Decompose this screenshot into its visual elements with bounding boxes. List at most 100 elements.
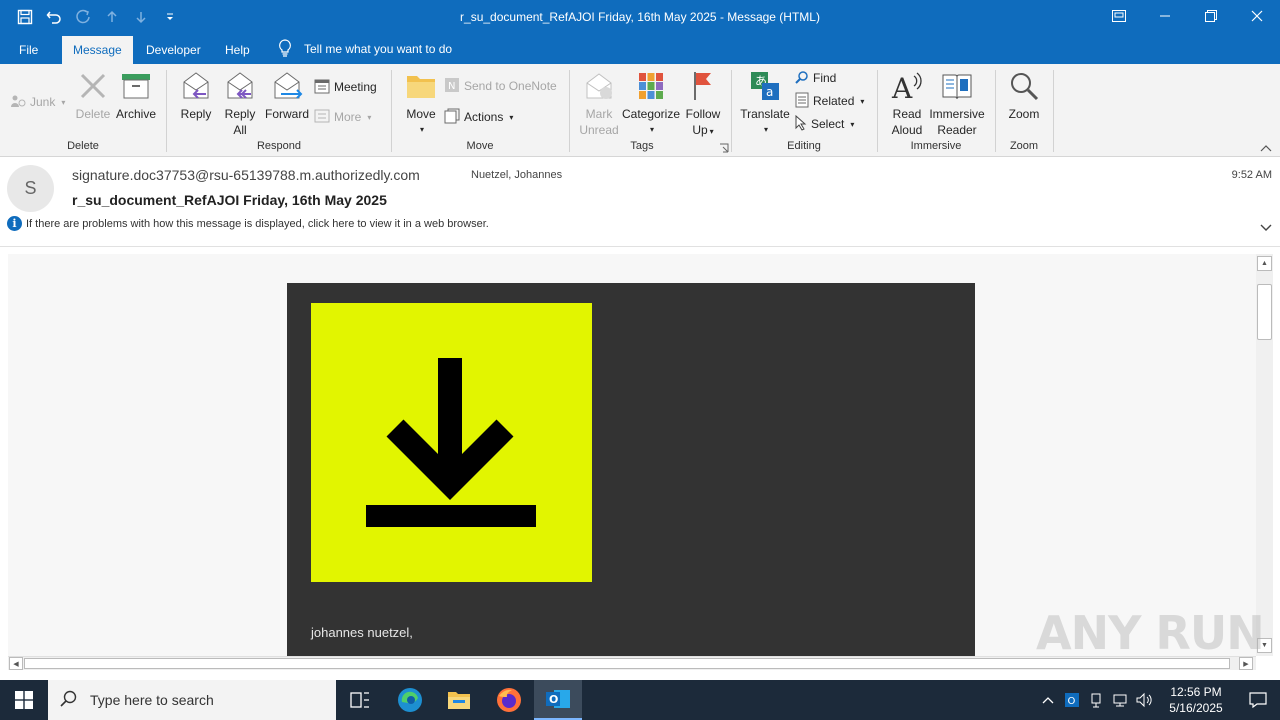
collapse-ribbon-icon[interactable] <box>1260 142 1272 156</box>
ribbon-tabs: File Message Developer Help Tell me what… <box>0 34 1280 64</box>
outlook-tray-icon[interactable]: O <box>1060 680 1084 720</box>
junk-icon <box>10 94 26 111</box>
windows-start-icon[interactable] <box>0 680 48 720</box>
send-to-onenote-button[interactable]: N Send to OneNote <box>444 76 557 96</box>
actions-button[interactable]: Actions ▾ <box>444 107 513 127</box>
reply-all-button[interactable]: Reply All <box>220 68 260 138</box>
avatar: S <box>7 165 54 212</box>
read-aloud-icon: A <box>889 68 925 104</box>
move-button[interactable]: Move ▾ <box>402 68 440 138</box>
delete-button[interactable]: Delete <box>75 68 111 122</box>
clock-date: 5/16/2025 <box>1169 701 1223 715</box>
system-tray: O 12:56 PM 5/16/2025 <box>1036 680 1280 720</box>
file-explorer-icon[interactable] <box>435 680 483 720</box>
tab-help[interactable]: Help <box>214 36 261 64</box>
minimize-icon[interactable] <box>1142 0 1188 32</box>
group-divider <box>1053 70 1054 152</box>
taskbar-search[interactable]: Type here to search <box>48 680 336 720</box>
mark-unread-button[interactable]: Mark Unread <box>578 68 620 138</box>
zoom-group-label: Zoom <box>1009 140 1039 152</box>
follow-up-button[interactable]: Follow Up ▾ <box>682 68 724 140</box>
chevron-down-icon: ▾ <box>649 125 654 134</box>
zoom-label: Zoom <box>1008 107 1040 121</box>
tab-message[interactable]: Message <box>62 36 133 64</box>
edge-icon[interactable] <box>386 680 434 720</box>
usb-icon[interactable] <box>1084 680 1108 720</box>
info-icon: i <box>7 216 22 231</box>
tags-group-label: Tags <box>630 140 654 152</box>
chevron-down-icon[interactable] <box>1260 221 1272 235</box>
find-label: Find <box>813 71 837 85</box>
cursor-icon <box>795 114 807 134</box>
volume-icon[interactable] <box>1132 680 1156 720</box>
select-button[interactable]: Select ▾ <box>795 114 854 134</box>
notification-icon[interactable] <box>1236 680 1280 720</box>
firefox-icon[interactable] <box>485 680 533 720</box>
reply-button[interactable]: Reply <box>176 68 216 122</box>
read-aloud-button[interactable]: A Read Aloud <box>886 68 928 138</box>
calendar-icon <box>314 78 330 97</box>
forward-icon <box>269 68 305 104</box>
tab-developer[interactable]: Developer <box>135 36 212 64</box>
info-bar[interactable]: i If there are problems with how this me… <box>7 216 489 231</box>
tell-me-box[interactable]: Tell me what you want to do <box>278 34 452 64</box>
greeting-text: johannes nuetzel, <box>311 625 413 640</box>
forward-button[interactable]: Forward <box>264 68 310 122</box>
folder-icon <box>403 68 439 104</box>
svg-text:O: O <box>549 693 558 706</box>
translate-icon: あa <box>747 68 783 104</box>
chevron-down-icon: ▾ <box>509 112 514 122</box>
chevron-up-icon[interactable] <box>1036 680 1060 720</box>
search-icon <box>60 690 78 711</box>
scroll-up-icon[interactable]: ▲ <box>1257 256 1272 271</box>
related-button[interactable]: Related ▾ <box>795 91 864 111</box>
related-icon <box>795 92 809 111</box>
download-image[interactable] <box>311 303 592 582</box>
immersive-group-label: Immersive <box>910 140 962 152</box>
find-button[interactable]: Find <box>795 68 836 88</box>
mark-unread-icon <box>581 68 617 104</box>
delete-group-label: Delete <box>67 140 99 152</box>
tell-me-text: Tell me what you want to do <box>304 42 453 56</box>
categorize-button[interactable]: Categorize ▾ <box>622 68 680 138</box>
title-bar: r_su_document_RefAJOI Friday, 16th May 2… <box>0 0 1280 34</box>
email-content-card: johannes nuetzel, <box>287 283 975 656</box>
move-group-label: Move <box>466 140 494 152</box>
chevron-down-icon: ▾ <box>61 97 66 107</box>
junk-label: Junk <box>30 95 56 109</box>
search-icon <box>795 70 809 87</box>
more-button[interactable]: More ▾ <box>314 107 371 127</box>
tab-file[interactable]: File <box>8 36 49 64</box>
junk-button[interactable]: Junk ▾ <box>10 92 65 112</box>
categorize-label: Categorize <box>621 107 681 121</box>
network-icon[interactable] <box>1108 680 1132 720</box>
recipient[interactable]: Nuetzel, Johannes <box>471 169 562 181</box>
chevron-down-icon: ▾ <box>367 112 372 122</box>
vertical-scrollbar[interactable]: ▲ ▼ <box>1256 254 1273 656</box>
scrollbar-thumb[interactable] <box>1257 284 1272 340</box>
outlook-icon[interactable]: O <box>534 680 582 720</box>
translate-button[interactable]: あa Translate ▾ <box>740 68 790 138</box>
reply-all-label-1: Reply <box>224 107 256 121</box>
dialog-launcher-icon[interactable] <box>719 142 729 156</box>
ribbon-display-options-icon[interactable] <box>1096 0 1142 32</box>
archive-icon <box>118 68 154 104</box>
sender-address[interactable]: signature.doc37753@rsu-65139788.m.author… <box>72 167 420 183</box>
restore-icon[interactable] <box>1188 0 1234 32</box>
meeting-button[interactable]: Meeting <box>314 77 377 97</box>
immersive-reader-button[interactable]: Immersive Reader <box>928 68 986 138</box>
archive-button[interactable]: Archive <box>114 68 158 122</box>
task-view-icon[interactable] <box>336 680 384 720</box>
translate-label: Translate <box>740 107 790 121</box>
move-label: Move <box>406 107 436 121</box>
reply-all-icon <box>222 68 258 104</box>
ribbon: Junk ▾ Delete Archive Delete Reply Reply … <box>0 64 1280 157</box>
actions-label: Actions <box>464 110 504 124</box>
download-icon <box>366 358 536 527</box>
scroll-left-icon[interactable]: ◀ <box>9 657 23 670</box>
taskbar-clock[interactable]: 12:56 PM 5/16/2025 <box>1156 684 1236 716</box>
close-icon[interactable] <box>1234 0 1280 32</box>
zoom-button[interactable]: Zoom <box>1004 68 1044 122</box>
svg-text:N: N <box>448 81 455 92</box>
send-to-onenote-label: Send to OneNote <box>464 79 557 93</box>
